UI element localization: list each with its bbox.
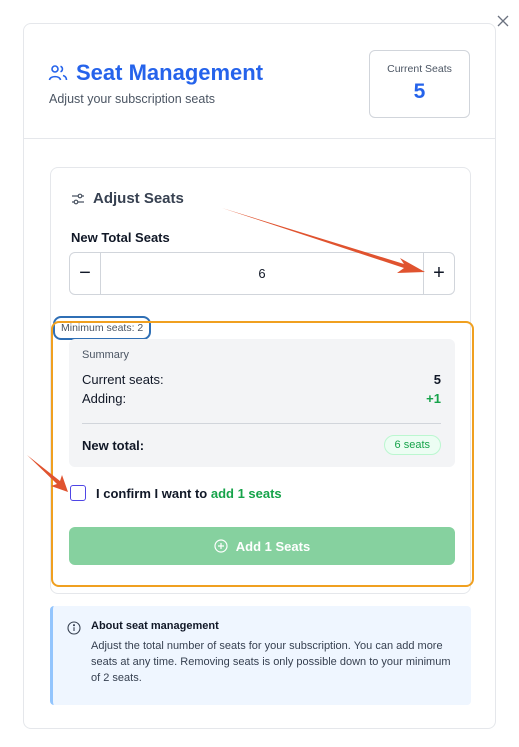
summary-divider — [82, 423, 441, 424]
confirm-label-action: add 1 seats — [210, 485, 282, 501]
info-callout: About seat management Adjust the total n… — [50, 606, 471, 705]
sliders-icon — [72, 193, 84, 204]
decrement-button[interactable]: − — [70, 253, 101, 294]
info-body: Adjust the total number of seats for you… — [91, 640, 451, 684]
plus-circle-icon — [214, 539, 228, 553]
new-total-seats-label: New Total Seats — [71, 230, 170, 245]
increment-button[interactable]: + — [423, 253, 454, 294]
summary-adding-value: +1 — [426, 391, 441, 406]
confirm-checkbox[interactable] — [70, 485, 86, 501]
page-title: Seat Management — [76, 60, 264, 85]
summary-adding-row: Adding: +1 — [82, 391, 441, 406]
summary-total-row: New total: 6 seats — [82, 435, 441, 455]
info-icon — [67, 621, 81, 635]
summary-adding-label: Adding: — [82, 391, 127, 406]
confirm-label[interactable]: I confirm I want to add 1 seats — [96, 486, 282, 501]
current-seats-card: Current Seats 5 — [369, 50, 470, 118]
summary-current-label: Current seats: — [82, 372, 164, 387]
current-seats-value: 5 — [413, 80, 426, 103]
summary-panel: Summary Current seats: 5 Adding: +1 New … — [69, 339, 455, 467]
adjust-seats-heading: Adjust Seats — [93, 190, 184, 207]
close-icon[interactable] — [496, 14, 510, 28]
summary-current-row: Current seats: 5 — [82, 372, 441, 387]
summary-title: Summary — [82, 349, 130, 361]
confirm-label-prefix: I confirm I want to — [96, 485, 211, 501]
add-seats-button-label: Add 1 Seats — [235, 538, 311, 554]
info-title: About seat management — [91, 620, 219, 632]
summary-current-value: 5 — [433, 372, 441, 387]
current-seats-label: Current Seats — [387, 63, 452, 75]
adjust-seats-card: Adjust Seats New Total Seats − 6 + Minim… — [50, 167, 474, 594]
dialog-header: Seat Management Adjust your subscription… — [24, 24, 495, 139]
page-subtitle: Adjust your subscription seats — [49, 92, 216, 106]
seat-quantity-stepper: − 6 + — [69, 252, 455, 295]
users-icon — [48, 65, 68, 81]
confirm-row: I confirm I want to add 1 seats — [70, 485, 282, 501]
new-total-badge: 6 seats — [383, 435, 441, 455]
add-seats-button[interactable]: Add 1 Seats — [69, 527, 455, 565]
seat-management-dialog: Seat Management Adjust your subscription… — [23, 23, 496, 729]
seat-count-input[interactable]: 6 — [101, 253, 423, 294]
summary-total-label: New total: — [82, 437, 145, 453]
